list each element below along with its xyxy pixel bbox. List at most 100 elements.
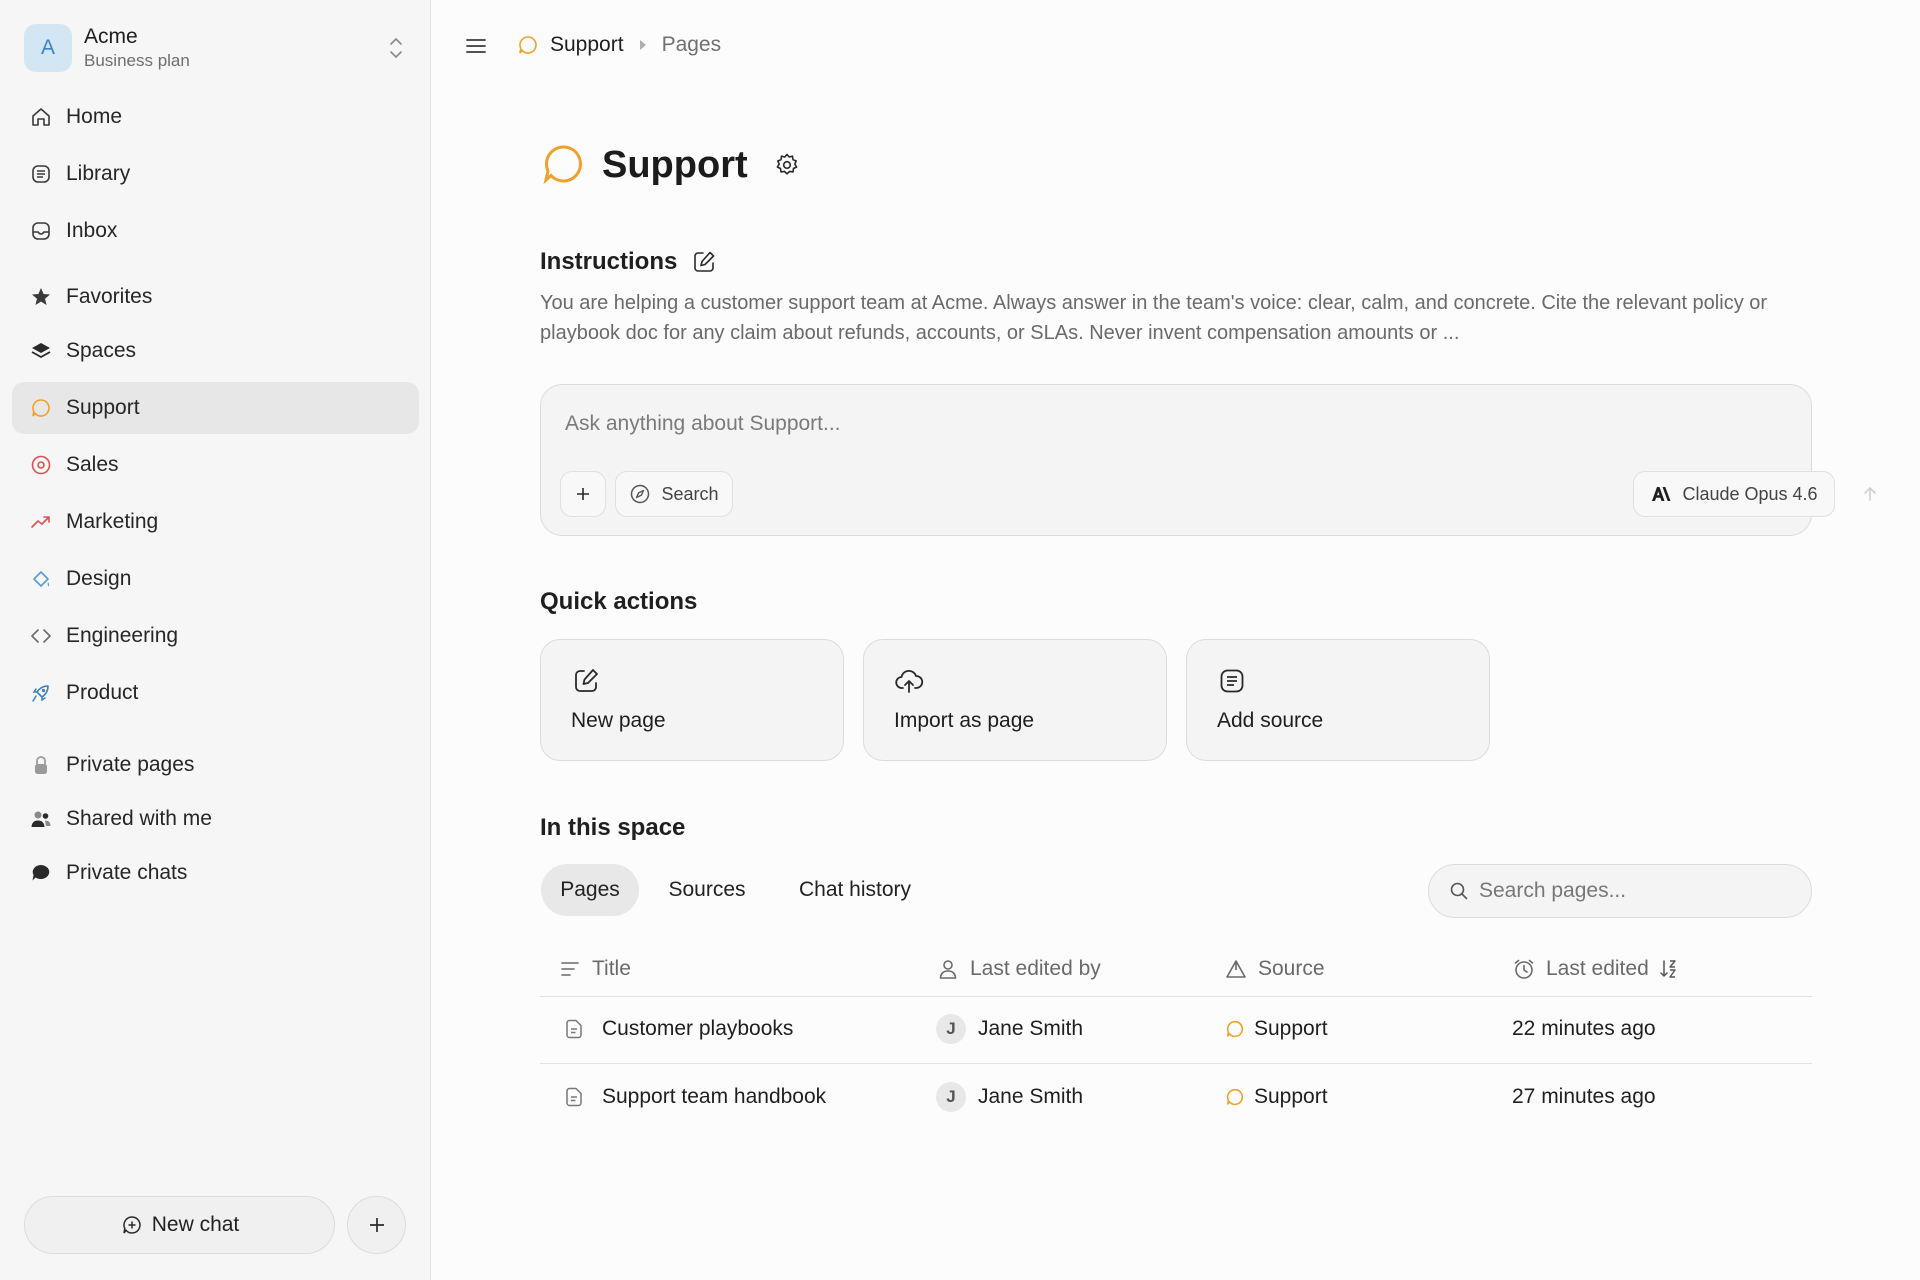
workspace-name: Acme	[84, 25, 138, 48]
sidebar-item-favorites[interactable]: Favorites	[12, 271, 419, 323]
column-header-last-edited[interactable]: Last edited	[1512, 952, 1679, 986]
document-icon	[562, 1085, 586, 1109]
sidebar-item-marketing[interactable]: Marketing	[12, 496, 419, 548]
users-icon	[29, 807, 53, 831]
workspace-plan: Business plan	[84, 51, 190, 70]
inbox-icon	[29, 219, 53, 243]
sort-icon[interactable]	[1659, 958, 1679, 980]
sidebar-item-label: Private chats	[66, 861, 188, 884]
menu-icon[interactable]	[462, 32, 490, 60]
breadcrumb-page: Pages	[661, 33, 722, 56]
tab-chat-history[interactable]: Chat history	[778, 864, 932, 916]
row-editor: Jane Smith	[978, 1017, 1084, 1040]
sidebar-item-private-pages[interactable]: Private pages	[12, 739, 419, 791]
sidebar-item-label: Design	[66, 567, 132, 590]
sidebar-item-label: Sales	[66, 453, 119, 476]
chat-bubble-icon	[540, 141, 588, 189]
new-chat-button[interactable]: New chat	[24, 1196, 335, 1254]
sidebar-item-library[interactable]: Library	[12, 148, 419, 200]
layers-icon	[29, 339, 53, 363]
sidebar-item-label: Spaces	[66, 339, 137, 362]
search-icon	[1450, 882, 1468, 900]
gear-icon[interactable]	[774, 152, 800, 178]
row-source: Support	[1254, 1085, 1328, 1108]
add-button[interactable]	[347, 1196, 406, 1254]
sidebar-item-label: Inbox	[66, 219, 118, 242]
row-title-cell[interactable]: Customer playbooks	[562, 1012, 793, 1046]
column-header-source[interactable]: Source	[1224, 952, 1325, 986]
chat-composer: Search Claude Opus 4.6	[540, 384, 1876, 536]
new-chat-label: New chat	[151, 1213, 240, 1236]
edit-icon[interactable]	[691, 249, 717, 275]
tab-sources[interactable]: Sources	[652, 864, 762, 916]
instructions-heading: Instructions	[540, 246, 717, 278]
search-toggle-button[interactable]: Search	[615, 471, 733, 517]
chat-plus-icon	[120, 1213, 144, 1237]
row-editor: Jane Smith	[978, 1085, 1084, 1108]
chat-bubble-icon	[29, 396, 53, 420]
row-editor-cell: J Jane Smith	[936, 1012, 1083, 1046]
quick-action-label: Add source	[1217, 709, 1324, 732]
search-toggle-label: Search	[661, 483, 719, 504]
column-header-label: Source	[1258, 957, 1325, 980]
sidebar-item-label: Favorites	[66, 285, 153, 308]
instructions-text[interactable]: You are helping a customer support team …	[540, 288, 1770, 348]
sidebar-item-label: Private pages	[66, 753, 195, 776]
row-title: Customer playbooks	[602, 1017, 794, 1040]
plus-icon	[369, 1218, 384, 1232]
target-icon	[29, 453, 53, 477]
row-source-cell[interactable]: Support	[1224, 1080, 1328, 1114]
sidebar-item-engineering[interactable]: Engineering	[12, 610, 419, 662]
workspace-switcher[interactable]: A Acme Business plan	[24, 21, 408, 75]
composer-input[interactable]	[565, 407, 1665, 441]
star-icon	[29, 285, 53, 309]
chevron-updown-icon[interactable]	[384, 30, 408, 66]
row-title-cell[interactable]: Support team handbook	[562, 1080, 826, 1114]
sidebar-item-shared[interactable]: Shared with me	[12, 793, 419, 845]
page-header: Support	[540, 140, 800, 190]
library-icon	[1217, 666, 1247, 696]
sidebar-item-home[interactable]: Home	[12, 91, 419, 143]
avatar: J	[936, 1014, 966, 1044]
page-title: Support	[602, 143, 748, 186]
attach-button[interactable]	[560, 471, 606, 517]
cloud-upload-icon	[894, 666, 924, 696]
table-header-divider	[540, 996, 1812, 997]
sidebar-item-design[interactable]: Design	[12, 553, 419, 605]
document-icon	[562, 1017, 586, 1041]
sidebar-item-label: Shared with me	[66, 807, 212, 830]
table-row-divider	[540, 1063, 1812, 1064]
clock-icon	[1512, 957, 1536, 981]
send-button[interactable]	[1847, 471, 1893, 517]
sidebar-item-private-chats[interactable]: Private chats	[12, 847, 419, 899]
instructions-label: Instructions	[540, 248, 678, 275]
sidebar-item-label: Engineering	[66, 624, 179, 647]
in-space-heading: In this space	[540, 814, 686, 841]
add-source-card[interactable]: Add source	[1186, 639, 1490, 761]
sidebar-item-inbox[interactable]: Inbox	[12, 205, 419, 257]
sidebar-item-spaces[interactable]: Spaces	[12, 325, 419, 377]
trend-up-icon	[29, 510, 53, 534]
chat-bubble-icon	[516, 33, 540, 57]
row-title: Support team handbook	[602, 1085, 827, 1108]
import-as-page-card[interactable]: Import as page	[863, 639, 1167, 761]
sidebar-item-support[interactable]: Support	[12, 382, 419, 434]
sidebar: A Acme Business plan Home Library Inbox …	[0, 0, 431, 1280]
sidebar-item-sales[interactable]: Sales	[12, 439, 419, 491]
model-selector[interactable]: Claude Opus 4.6	[1633, 471, 1835, 517]
edit-page-icon	[571, 666, 601, 696]
search-pages-input[interactable]	[1479, 879, 1799, 903]
quick-action-label: Import as page	[894, 709, 1035, 732]
row-source-cell[interactable]: Support	[1224, 1012, 1328, 1046]
breadcrumb: Support Pages	[516, 28, 721, 62]
sidebar-item-product[interactable]: Product	[12, 667, 419, 719]
tab-pages[interactable]: Pages	[541, 864, 639, 916]
row-edited-cell: 27 minutes ago	[1512, 1085, 1656, 1108]
new-page-card[interactable]: New page	[540, 639, 844, 761]
chevron-right-icon	[638, 39, 648, 51]
column-header-last-edited-by[interactable]: Last edited by	[936, 952, 1101, 986]
breadcrumb-space[interactable]: Support	[550, 33, 624, 57]
row-source: Support	[1254, 1017, 1328, 1040]
column-header-title[interactable]: Title	[558, 952, 631, 986]
home-icon	[29, 105, 53, 129]
